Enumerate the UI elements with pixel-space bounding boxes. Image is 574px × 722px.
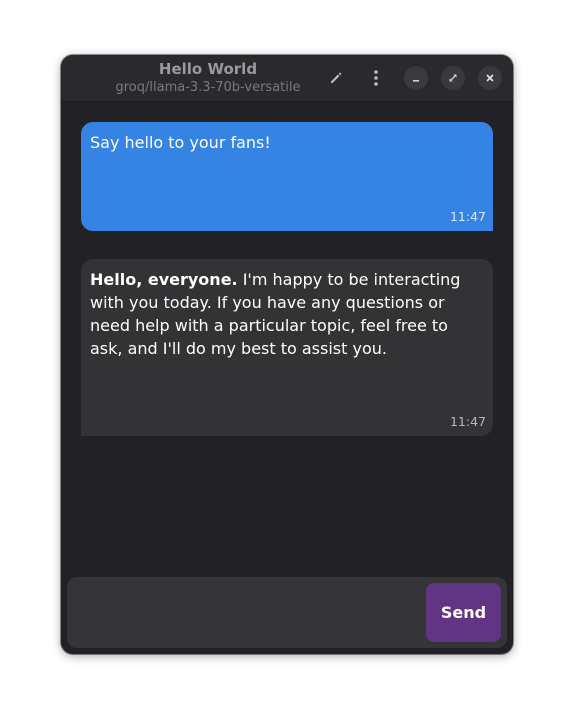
message-text: Hello, everyone. I'm happy to be interac…: [90, 268, 484, 360]
message-bold-text: Hello, everyone.: [90, 270, 238, 289]
message-time: 11:47: [449, 414, 486, 429]
model-subtitle: groq/llama-3.3-70b-versatile: [115, 80, 301, 95]
window-title: Hello World: [158, 60, 258, 78]
close-icon: [485, 73, 495, 83]
minimize-button[interactable]: [404, 66, 428, 90]
menu-button[interactable]: [362, 64, 390, 92]
header-bar: Hello World groq/llama-3.3-70b-versatile: [61, 55, 513, 102]
chat-window: Hello World groq/llama-3.3-70b-versatile: [61, 55, 513, 654]
user-message: Say hello to your fans! 11:47: [81, 122, 493, 231]
maximize-button[interactable]: [441, 66, 465, 90]
send-button[interactable]: Send: [426, 583, 501, 642]
vertical-ellipsis-icon: [374, 70, 378, 86]
edit-button[interactable]: [322, 64, 350, 92]
maximize-icon: [448, 73, 458, 83]
message-time: 11:47: [449, 209, 486, 224]
assistant-message: Hello, everyone. I'm happy to be interac…: [81, 259, 493, 436]
close-button[interactable]: [478, 66, 502, 90]
minimize-icon: [411, 73, 421, 83]
title-block: Hello World groq/llama-3.3-70b-versatile: [81, 59, 335, 96]
pencil-icon: [329, 71, 343, 85]
message-text: Say hello to your fans!: [90, 133, 271, 152]
message-input[interactable]: [67, 577, 417, 648]
message-list: Say hello to your fans! 11:47 Hello, eve…: [81, 122, 493, 436]
composer: Send: [67, 577, 507, 648]
